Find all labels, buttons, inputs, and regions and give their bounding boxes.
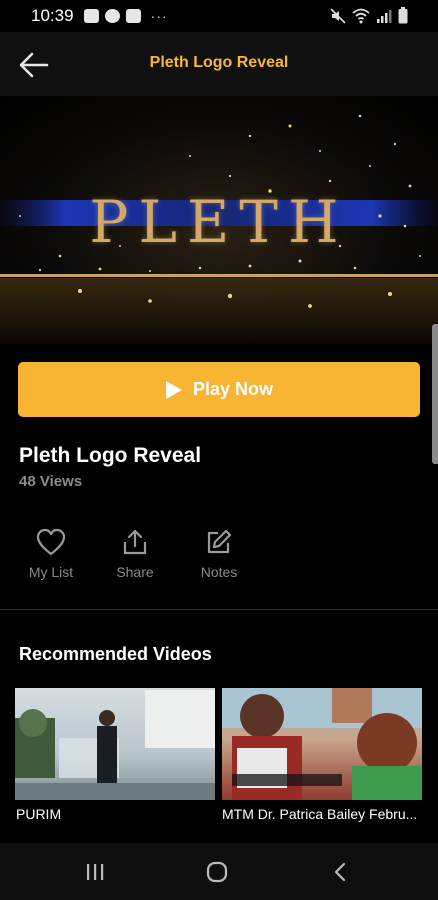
video-title: Pleth Logo Reveal bbox=[19, 444, 202, 467]
video-views: 48 Views bbox=[19, 473, 83, 490]
video-hero-image[interactable]: PLETH bbox=[0, 96, 438, 344]
play-now-button[interactable]: Play Now bbox=[18, 362, 420, 417]
recents-icon bbox=[87, 864, 104, 880]
status-system-icons bbox=[330, 7, 408, 24]
youtube-icon bbox=[125, 9, 141, 23]
scroll-indicator[interactable] bbox=[432, 324, 438, 464]
thumbnail-art-mtm bbox=[222, 688, 422, 800]
my-list-button[interactable]: My List bbox=[11, 528, 91, 580]
more-notifications-icon: ··· bbox=[150, 8, 168, 24]
wifi-icon bbox=[352, 8, 370, 23]
home-icon bbox=[206, 861, 228, 883]
play-now-label: Play Now bbox=[192, 379, 274, 399]
section-divider bbox=[0, 609, 438, 610]
hero-logo-text: PLETH bbox=[89, 188, 349, 256]
share-icon bbox=[123, 529, 147, 555]
share-button[interactable]: Share bbox=[95, 528, 175, 580]
status-time: 10:39 bbox=[31, 6, 74, 25]
heart-icon bbox=[36, 528, 66, 556]
thumbnail-art-purim bbox=[15, 690, 215, 800]
back-icon bbox=[334, 862, 346, 882]
recents-button[interactable] bbox=[75, 857, 115, 887]
mute-icon bbox=[330, 7, 346, 24]
recommended-videos-title: Recommended Videos bbox=[19, 644, 212, 664]
notes-button[interactable]: Notes bbox=[179, 528, 259, 580]
my-list-label: My List bbox=[28, 564, 74, 580]
battery-icon bbox=[398, 7, 408, 24]
play-icon bbox=[165, 380, 182, 399]
gallery-icon bbox=[83, 9, 99, 23]
system-nav-bar bbox=[0, 843, 438, 900]
home-button[interactable] bbox=[197, 857, 237, 887]
share-label: Share bbox=[116, 564, 154, 580]
recommended-video-thumbnail[interactable] bbox=[222, 688, 422, 800]
status-notification-icons bbox=[83, 9, 141, 23]
edit-icon bbox=[207, 529, 232, 554]
s-app-icon bbox=[104, 9, 120, 23]
system-back-button[interactable] bbox=[320, 857, 360, 887]
recommended-video-caption: PURIM bbox=[16, 806, 62, 822]
video-actions: My List Share Notes bbox=[0, 528, 438, 588]
header-title: Pleth Logo Reveal bbox=[149, 54, 289, 71]
app-header: Pleth Logo Reveal bbox=[0, 32, 438, 96]
recommended-video-thumbnail[interactable] bbox=[15, 688, 215, 800]
status-bar: 10:39 ··· bbox=[0, 0, 438, 32]
recommended-video-caption: MTM Dr. Patrica Bailey Febru... bbox=[222, 806, 418, 822]
signal-icon bbox=[377, 9, 392, 23]
notes-label: Notes bbox=[200, 564, 238, 580]
